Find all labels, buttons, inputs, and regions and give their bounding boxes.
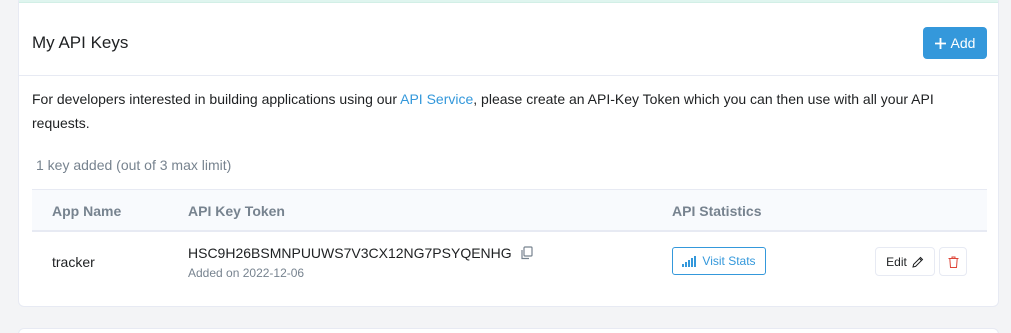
api-service-link[interactable]: API Service — [400, 91, 473, 107]
api-keys-card: My API Keys Add For developers intereste… — [18, 0, 999, 307]
card-header: My API Keys Add — [19, 3, 998, 76]
delete-button[interactable] — [939, 247, 967, 276]
api-keys-table: App Name API Key Token API Statistics tr… — [32, 189, 987, 293]
description: For developers interested in building ap… — [32, 87, 962, 135]
page-title: My API Keys — [32, 33, 129, 52]
add-key-button[interactable]: Add — [923, 27, 987, 59]
bar-chart-icon — [682, 255, 697, 267]
api-key-token-text: HSC9H26BSMNPUUWS7V3CX12NG7PSYQENHG — [188, 245, 512, 261]
app-name: tracker — [52, 254, 95, 270]
edit-button[interactable]: Edit — [875, 247, 935, 276]
description-text-start: For developers interested in building ap… — [32, 91, 401, 107]
table-row: tracker HSC9H26BSMNPUUWS7V3CX12NG7PSYQEN… — [32, 232, 987, 293]
trash-icon — [948, 256, 958, 268]
copy-icon[interactable] — [520, 246, 534, 260]
next-card — [18, 328, 999, 333]
column-header-app-name: App Name — [52, 203, 122, 219]
visit-stats-button[interactable]: Visit Stats — [672, 247, 766, 275]
edit-label: Edit — [886, 254, 907, 269]
added-date: Added on 2022-12-06 — [188, 266, 305, 280]
key-count: 1 key added (out of 3 max limit) — [36, 157, 232, 173]
column-header-api-key-token: API Key Token — [188, 203, 285, 219]
plus-icon — [934, 37, 946, 49]
add-key-label: Add — [950, 35, 976, 51]
api-key-token: HSC9H26BSMNPUUWS7V3CX12NG7PSYQENHG — [188, 245, 534, 261]
table-header: App Name API Key Token API Statistics — [32, 189, 987, 232]
column-header-api-statistics: API Statistics — [672, 203, 762, 219]
pencil-icon — [912, 256, 924, 268]
visit-stats-label: Visit Stats — [702, 254, 756, 268]
